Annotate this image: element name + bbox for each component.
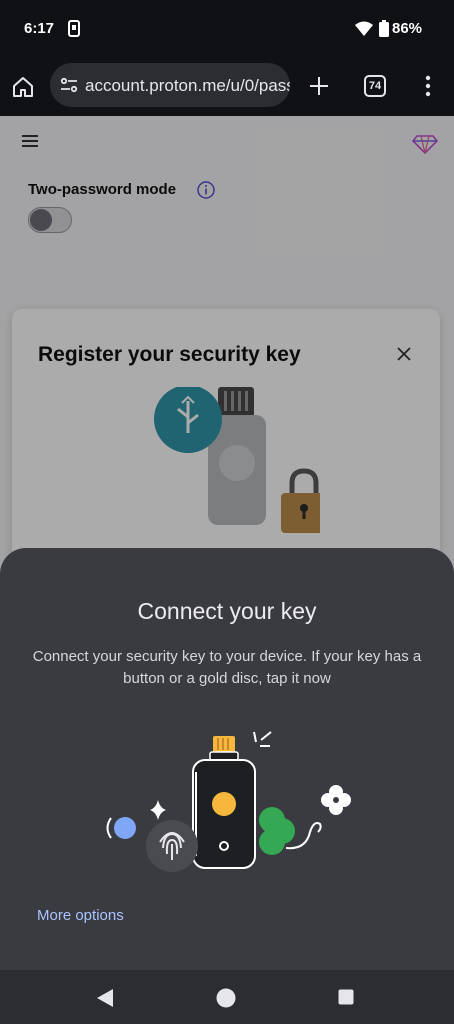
home-icon[interactable] [11, 75, 35, 99]
sheet-description: Connect your security key to your device… [32, 648, 422, 687]
sheet-title: Connect your key [137, 598, 317, 624]
nav-recents-icon[interactable] [338, 989, 354, 1005]
url-text: account.proton.me/u/0/pass [85, 76, 290, 95]
menu-dots-icon[interactable] [422, 74, 434, 98]
battery-icon [379, 20, 389, 37]
tab-switcher-button[interactable]: 74 [364, 75, 386, 97]
battery-percent: 86% [392, 20, 423, 37]
connect-key-illustration [106, 731, 351, 872]
plus-icon[interactable] [308, 75, 330, 97]
address-bar[interactable]: account.proton.me/u/0/pass [50, 63, 290, 107]
wifi-icon [355, 21, 373, 36]
tune-icon[interactable] [59, 75, 79, 95]
nav-back-icon[interactable] [96, 988, 114, 1008]
system-nav-bar [0, 970, 454, 1024]
connect-key-sheet: Connect your key Connect your security k… [0, 548, 454, 970]
status-time: 6:17 [24, 20, 55, 37]
nav-home-icon[interactable] [216, 988, 236, 1008]
phone-notification-icon [68, 20, 80, 37]
more-options-link[interactable]: More options [37, 907, 124, 924]
status-bar: 6:17 86% [0, 0, 454, 58]
browser-toolbar: account.proton.me/u/0/pass 74 [0, 58, 454, 116]
